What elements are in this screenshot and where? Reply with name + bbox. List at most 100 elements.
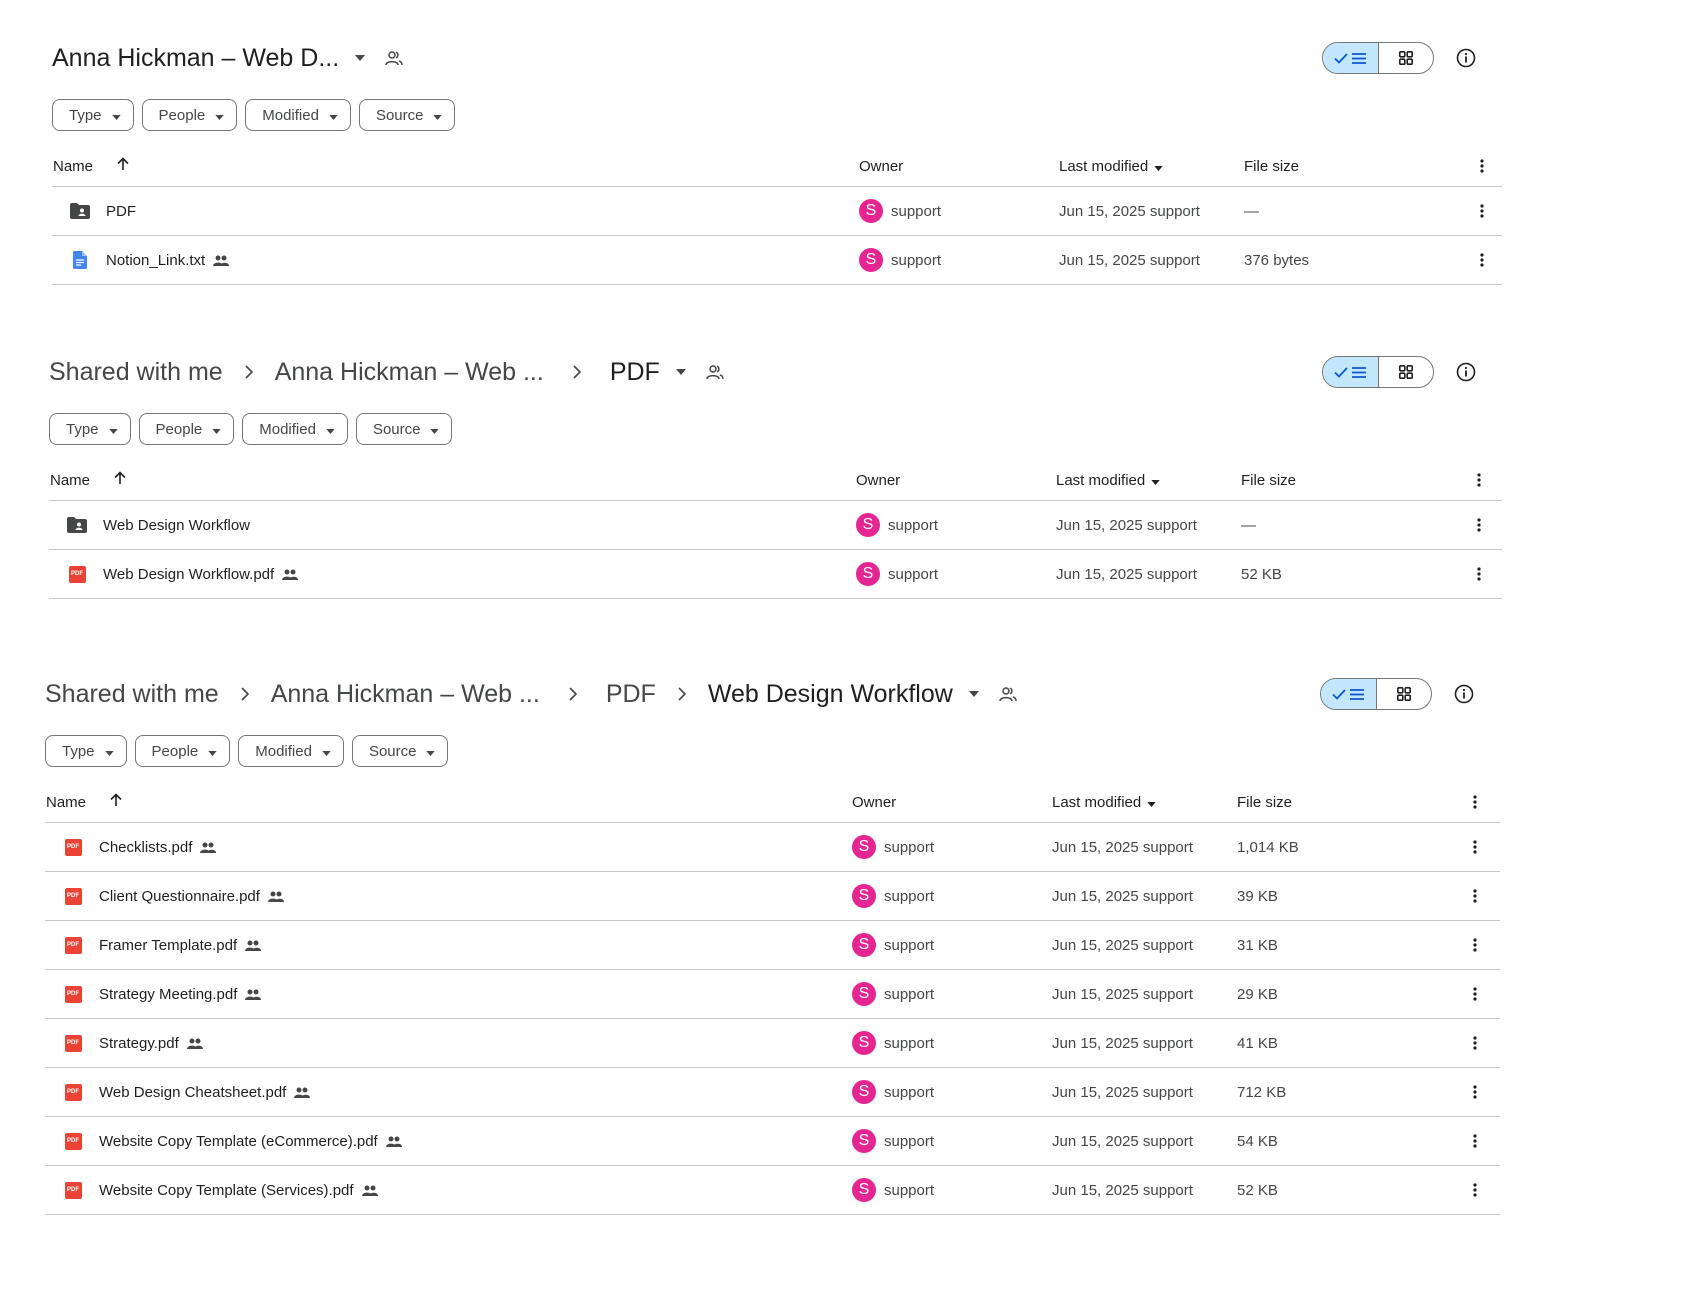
- info-icon[interactable]: [1450, 356, 1482, 388]
- more-actions-icon[interactable]: [1463, 970, 1487, 1018]
- file-name[interactable]: Website Copy Template (eCommerce).pdf: [99, 1133, 378, 1150]
- filter-chip-type[interactable]: Type: [45, 735, 127, 767]
- avatar[interactable]: S: [852, 1129, 876, 1153]
- folder-menu-caret-icon[interactable]: [675, 369, 686, 375]
- more-actions-icon[interactable]: [1463, 1117, 1487, 1165]
- shared-folder-people-icon[interactable]: [385, 50, 403, 66]
- more-actions-icon[interactable]: [1463, 1166, 1487, 1214]
- table-row[interactable]: PDF Client Questionnaire.pdf Ssupport Jun 1…: [45, 872, 1500, 921]
- breadcrumb-item[interactable]: Anna Hickman – Web ...: [275, 358, 544, 387]
- file-name-cell[interactable]: PDF Client Questionnaire.pdf: [61, 872, 284, 920]
- more-actions-icon[interactable]: [1463, 921, 1487, 969]
- table-row[interactable]: PDF Ssupport Jun 15, 2025 support —: [52, 187, 1502, 236]
- table-row[interactable]: Notion_Link.txt Ssupport Jun 15, 2025 supp…: [52, 236, 1502, 285]
- list-view-button[interactable]: [1321, 679, 1377, 709]
- breadcrumb-item[interactable]: PDF: [606, 680, 656, 709]
- file-name[interactable]: Web Design Cheatsheet.pdf: [99, 1084, 286, 1101]
- current-folder-title[interactable]: Anna Hickman – Web D...: [52, 44, 339, 73]
- avatar[interactable]: S: [856, 513, 880, 537]
- file-name-cell[interactable]: PDF Web Design Cheatsheet.pdf: [61, 1068, 311, 1116]
- filter-chip-source[interactable]: Source: [358, 99, 456, 131]
- file-name[interactable]: Web Design Workflow: [103, 517, 250, 534]
- folder-menu-caret-icon[interactable]: [355, 55, 366, 61]
- more-actions-icon[interactable]: [1463, 872, 1487, 920]
- filter-chip-modified[interactable]: Modified: [245, 99, 351, 131]
- more-actions-icon[interactable]: [1463, 1019, 1487, 1067]
- file-name[interactable]: Client Questionnaire.pdf: [99, 888, 260, 905]
- list-view-button[interactable]: [1323, 43, 1379, 73]
- table-row[interactable]: PDF Web Design Cheatsheet.pdf Ssupport Jun …: [45, 1068, 1500, 1117]
- table-row[interactable]: PDF Website Copy Template (Services).pdf S…: [45, 1166, 1500, 1215]
- file-name[interactable]: Web Design Workflow.pdf: [103, 566, 274, 583]
- avatar[interactable]: S: [852, 933, 876, 957]
- more-actions-icon[interactable]: [1470, 187, 1494, 235]
- breadcrumb-item[interactable]: Shared with me: [49, 358, 223, 387]
- info-icon[interactable]: [1450, 42, 1482, 74]
- table-row[interactable]: PDF Strategy.pdf Ssupport Jun 15, 2025 supp…: [45, 1019, 1500, 1068]
- column-options-icon[interactable]: [1467, 460, 1491, 500]
- file-name-cell[interactable]: PDF Strategy.pdf: [61, 1019, 203, 1067]
- filter-chip-modified[interactable]: Modified: [242, 413, 348, 445]
- current-folder-title[interactable]: Web Design Workflow: [708, 680, 953, 709]
- filter-chip-source[interactable]: Source: [351, 735, 449, 767]
- file-name[interactable]: Checklists.pdf: [99, 839, 192, 856]
- avatar[interactable]: S: [852, 982, 876, 1006]
- current-folder-title[interactable]: PDF: [610, 358, 660, 387]
- filter-chip-modified[interactable]: Modified: [238, 735, 344, 767]
- file-name-cell[interactable]: Notion_Link.txt: [68, 236, 230, 284]
- sort-caret-icon[interactable]: [1151, 472, 1160, 489]
- column-options-icon[interactable]: [1470, 146, 1494, 186]
- table-row[interactable]: PDF Strategy Meeting.pdf Ssupport Jun 15, 2…: [45, 970, 1500, 1019]
- filter-chip-people[interactable]: People: [134, 735, 231, 767]
- column-options-icon[interactable]: [1463, 782, 1487, 822]
- table-row[interactable]: PDF Web Design Workflow.pdf Ssupport Jun 15…: [49, 550, 1502, 599]
- folder-menu-caret-icon[interactable]: [968, 691, 979, 697]
- file-name-cell[interactable]: PDF Website Copy Template (Services).pdf: [61, 1166, 378, 1214]
- file-name-cell[interactable]: PDF Checklists.pdf: [61, 823, 217, 871]
- table-row[interactable]: Web Design Workflow Ssupport Jun 15, 2025 …: [49, 501, 1502, 550]
- file-name-cell[interactable]: PDF Strategy Meeting.pdf: [61, 970, 262, 1018]
- sort-ascending-icon[interactable]: [114, 471, 126, 489]
- breadcrumb-item[interactable]: Anna Hickman – Web ...: [271, 680, 540, 709]
- file-name[interactable]: PDF: [106, 203, 136, 220]
- grid-view-button[interactable]: [1379, 43, 1434, 73]
- more-actions-icon[interactable]: [1470, 236, 1494, 284]
- shared-folder-people-icon[interactable]: [706, 364, 724, 380]
- table-row[interactable]: PDF Website Copy Template (eCommerce).pdf…: [45, 1117, 1500, 1166]
- avatar[interactable]: S: [859, 199, 883, 223]
- column-header-last-modified[interactable]: Last modified: [1056, 460, 1160, 500]
- shared-folder-people-icon[interactable]: [999, 686, 1017, 702]
- avatar[interactable]: S: [856, 562, 880, 586]
- sort-caret-icon[interactable]: [1154, 158, 1163, 175]
- avatar[interactable]: S: [852, 835, 876, 859]
- file-name-cell[interactable]: PDF Framer Template.pdf: [61, 921, 262, 969]
- file-name-cell[interactable]: PDF Web Design Workflow.pdf: [65, 550, 299, 598]
- grid-view-button[interactable]: [1377, 679, 1432, 709]
- table-row[interactable]: PDF Checklists.pdf Ssupport Jun 15, 2025 su…: [45, 823, 1500, 872]
- more-actions-icon[interactable]: [1463, 823, 1487, 871]
- column-header-name[interactable]: Name: [50, 460, 126, 500]
- filter-chip-type[interactable]: Type: [52, 99, 134, 131]
- avatar[interactable]: S: [852, 1080, 876, 1104]
- file-name[interactable]: Framer Template.pdf: [99, 937, 237, 954]
- more-actions-icon[interactable]: [1463, 1068, 1487, 1116]
- more-actions-icon[interactable]: [1467, 501, 1491, 549]
- avatar[interactable]: S: [859, 248, 883, 272]
- avatar[interactable]: S: [852, 884, 876, 908]
- table-row[interactable]: PDF Framer Template.pdf Ssupport Jun 15, 20…: [45, 921, 1500, 970]
- column-header-name[interactable]: Name: [53, 146, 129, 186]
- info-icon[interactable]: [1448, 678, 1480, 710]
- filter-chip-source[interactable]: Source: [355, 413, 453, 445]
- list-view-button[interactable]: [1323, 357, 1379, 387]
- filter-chip-people[interactable]: People: [141, 99, 238, 131]
- grid-view-button[interactable]: [1379, 357, 1434, 387]
- sort-ascending-icon[interactable]: [110, 793, 122, 811]
- sort-ascending-icon[interactable]: [117, 157, 129, 175]
- file-name-cell[interactable]: PDF Website Copy Template (eCommerce).pdf: [61, 1117, 402, 1165]
- filter-chip-type[interactable]: Type: [49, 413, 131, 445]
- file-name[interactable]: Website Copy Template (Services).pdf: [99, 1182, 354, 1199]
- file-name[interactable]: Strategy Meeting.pdf: [99, 986, 237, 1003]
- file-name-cell[interactable]: Web Design Workflow: [65, 501, 250, 549]
- column-header-last-modified[interactable]: Last modified: [1059, 146, 1163, 186]
- filter-chip-people[interactable]: People: [138, 413, 235, 445]
